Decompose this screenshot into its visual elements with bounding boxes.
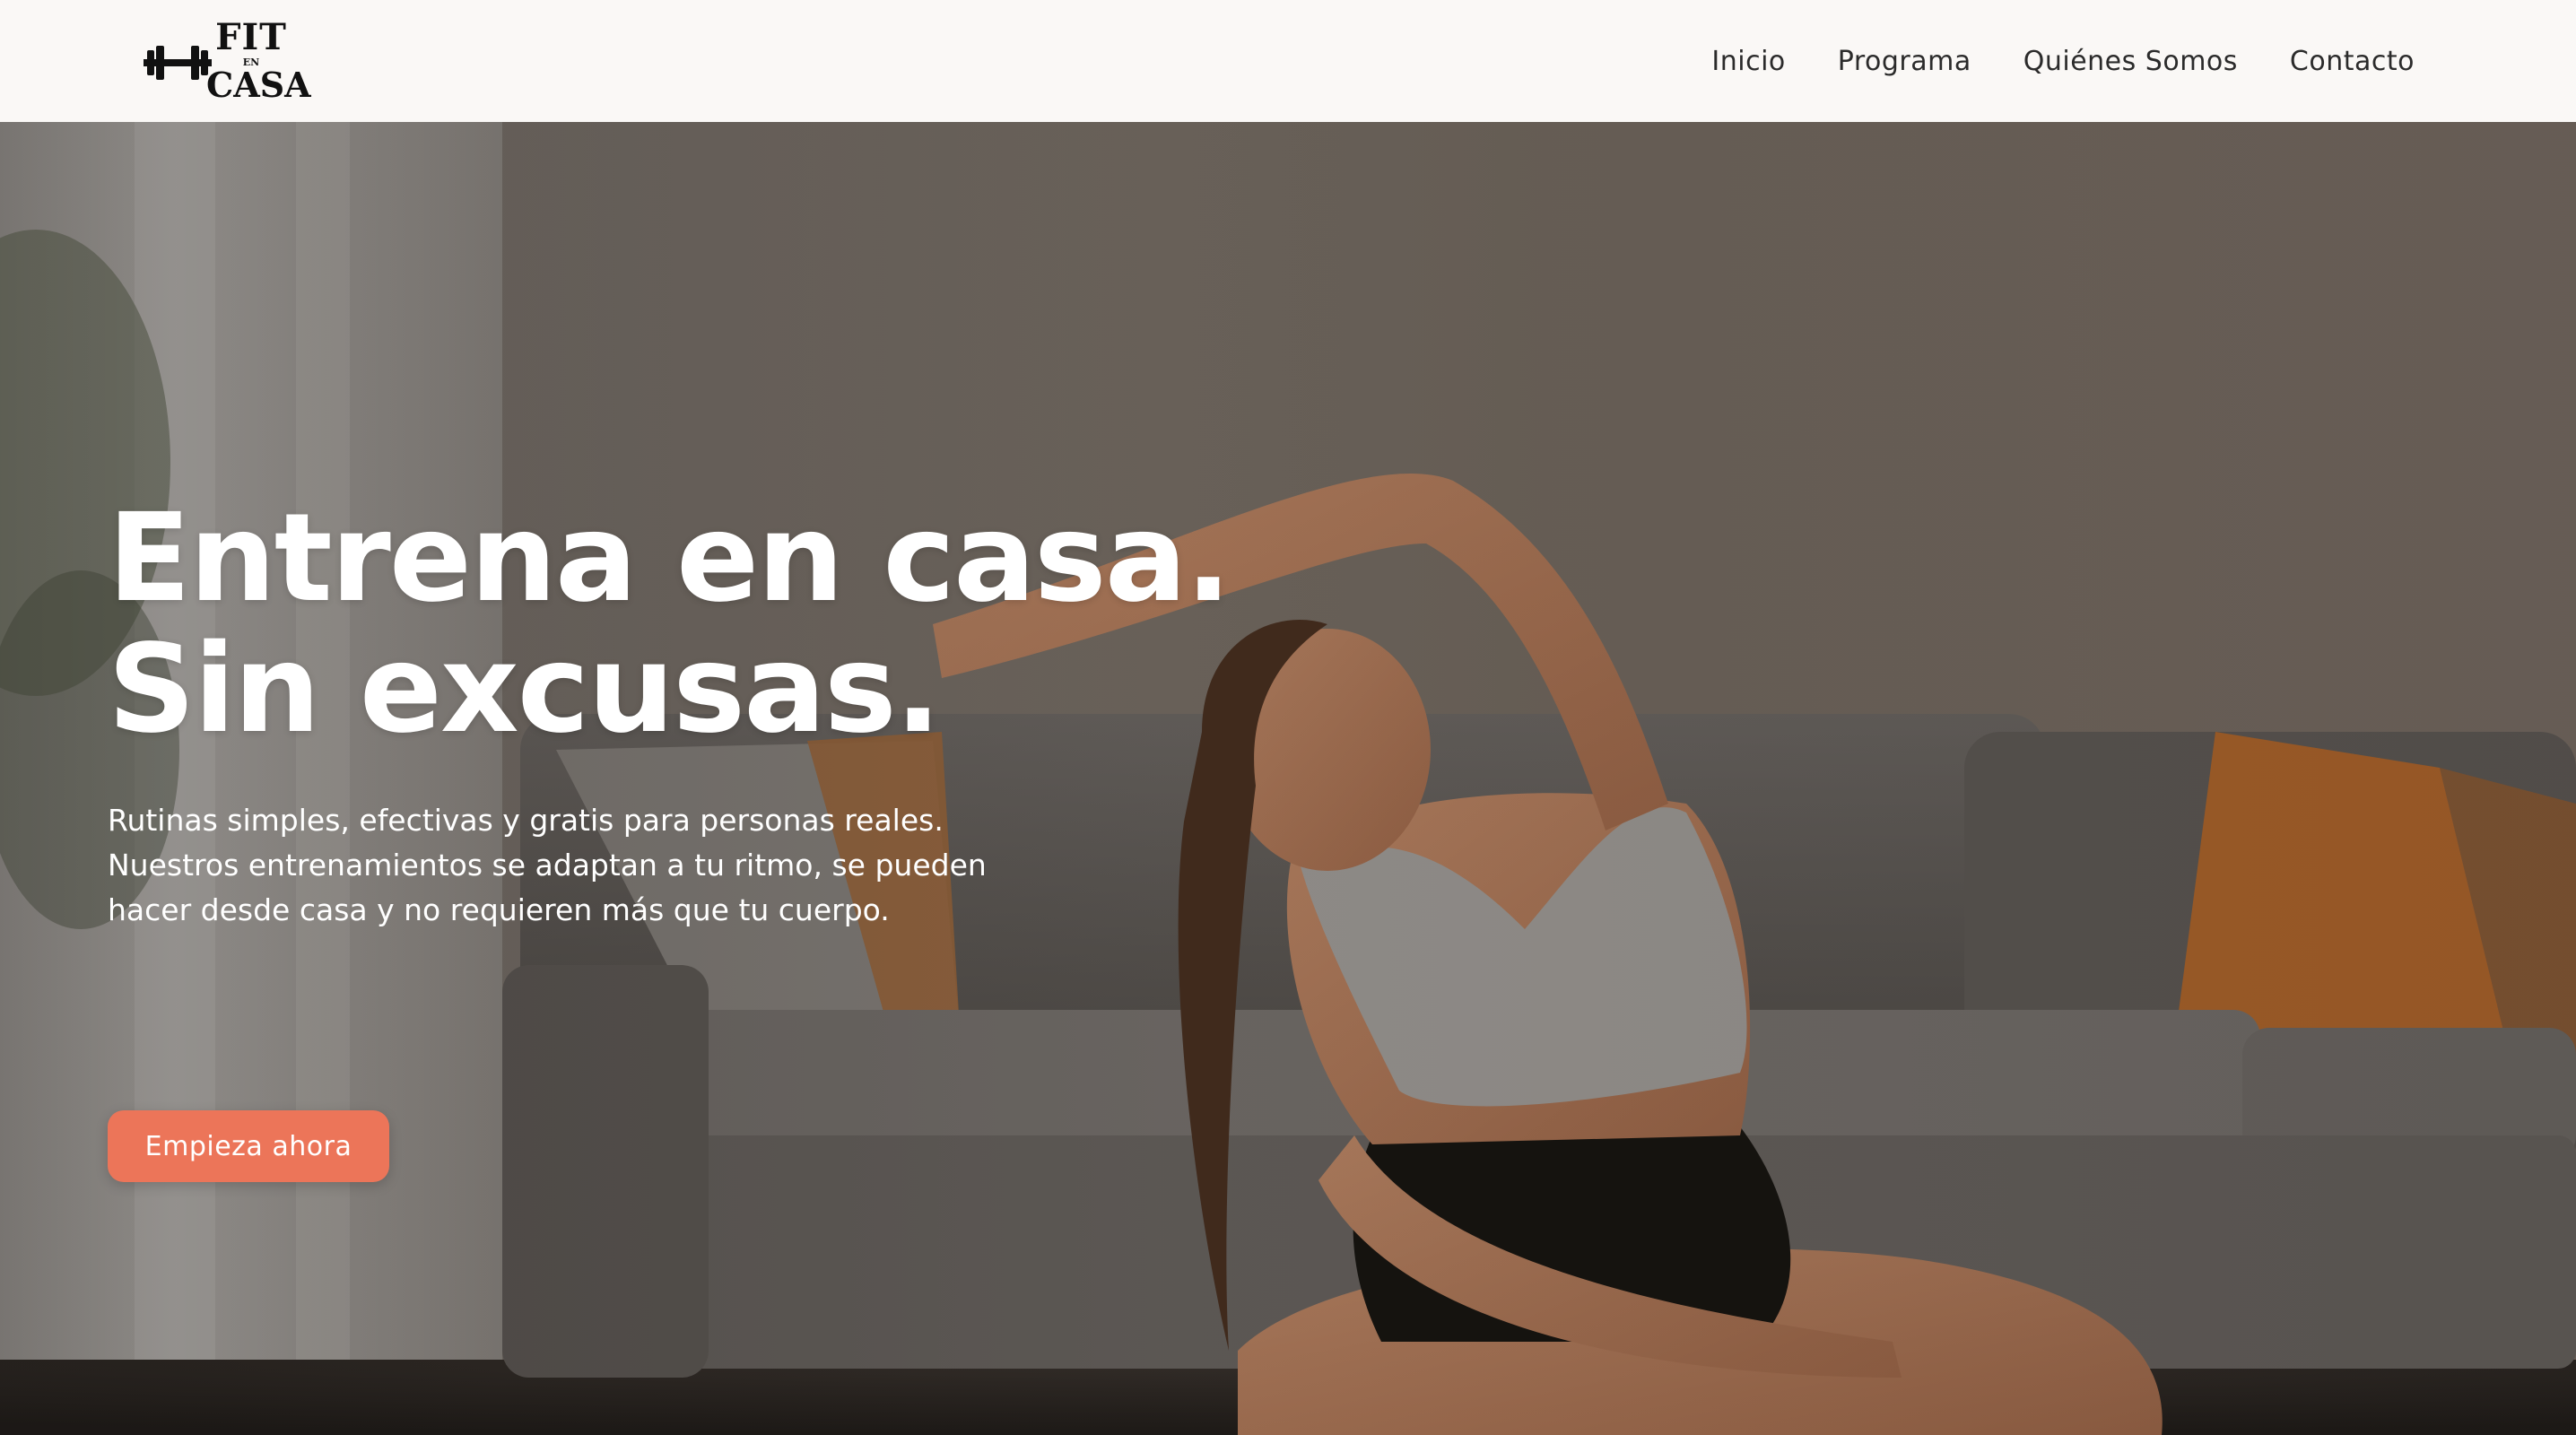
cta-empieza-ahora-button[interactable]: Empieza ahora <box>108 1110 389 1182</box>
hero-section: Entrena en casa. Sin excusas. Rutinas si… <box>0 122 2576 1435</box>
dumbbell-icon <box>144 46 212 80</box>
nav-link-programa[interactable]: Programa <box>1838 46 1971 77</box>
logo-wordmark: FIT EN CASA <box>206 16 311 105</box>
hero-title: Entrena en casa. Sin excusas. <box>108 493 1238 755</box>
hero-title-line-2: Sin excusas. <box>108 619 941 761</box>
nav-link-contacto[interactable]: Contacto <box>2290 46 2415 77</box>
main-nav: Inicio Programa Quiénes Somos Contacto <box>1711 0 2415 122</box>
hero-content: Entrena en casa. Sin excusas. Rutinas si… <box>108 493 1238 1182</box>
hero-title-line-1: Entrena en casa. <box>108 488 1231 630</box>
nav-link-quienes-somos[interactable]: Quiénes Somos <box>2023 46 2238 77</box>
nav-link-inicio[interactable]: Inicio <box>1711 46 1785 77</box>
navbar: FIT EN CASA Inicio Programa Quiénes Somo… <box>0 0 2576 122</box>
logo-line-fit: FIT <box>215 16 287 58</box>
logo-line-casa: CASA <box>206 65 311 105</box>
hero-description-line-2: Nuestros entrenamientos se adaptan a tu … <box>108 848 987 883</box>
site-logo[interactable]: FIT EN CASA <box>144 16 311 105</box>
hero-description: Rutinas simples, efectivas y gratis para… <box>108 798 1058 933</box>
hero-description-line-1: Rutinas simples, efectivas y gratis para… <box>108 803 944 838</box>
hero-description-line-3: hacer desde casa y no requieren más que … <box>108 892 890 927</box>
